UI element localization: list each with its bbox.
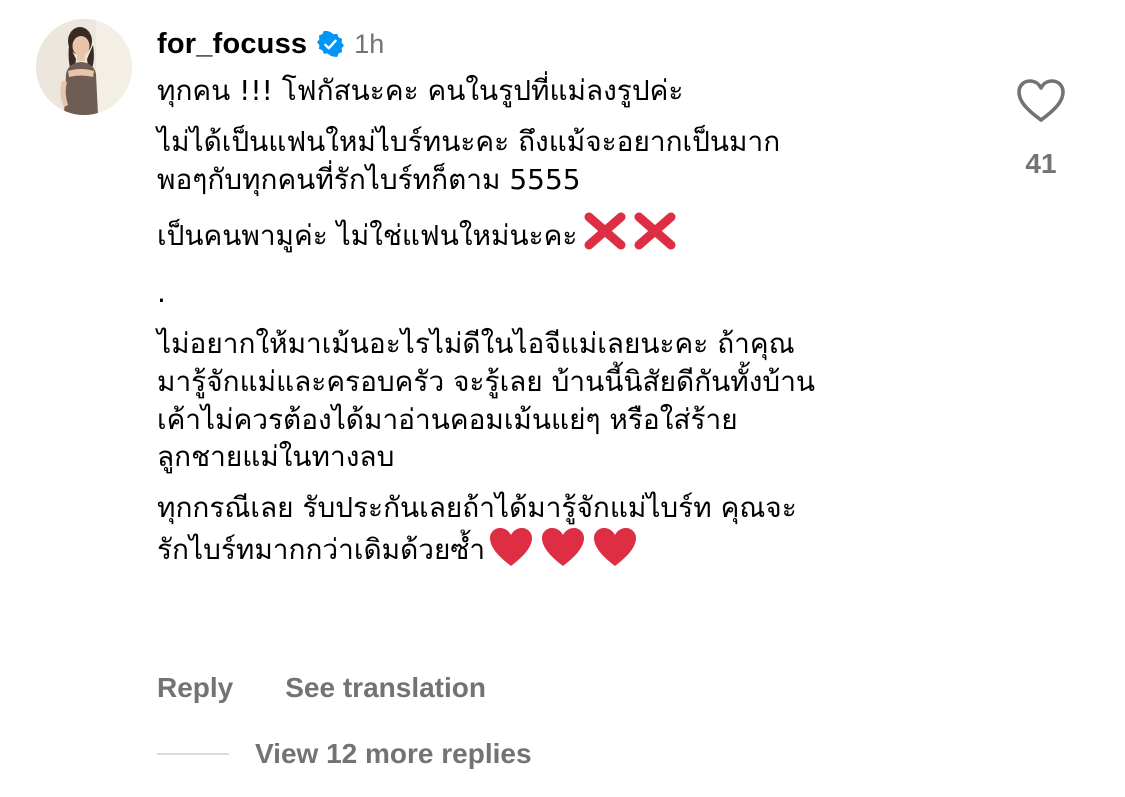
comment-content: for_focuss 1h ทุกคน !!! โฟกัสนะคะ คนในรู… bbox=[157, 24, 987, 579]
comment-line: ทุกกรณีเลย รับประกันเลยถ้าได้มารู้จักแม่… bbox=[157, 491, 797, 525]
comment-line: เค้าไม่ควรต้องได้มาอ่านคอมเม้นแย่ๆ หรือใ… bbox=[157, 402, 738, 436]
verified-badge-icon bbox=[317, 30, 345, 58]
comment-line: ไม่ได้เป็นแฟนใหม่ไบร์ทนะคะ ถึงแม้จะอยากเ… bbox=[157, 124, 781, 158]
reply-button[interactable]: Reply bbox=[157, 672, 233, 704]
avatar-photo bbox=[36, 19, 132, 115]
comment-line: . bbox=[157, 276, 166, 310]
username[interactable]: for_focuss bbox=[157, 28, 307, 61]
comment-paragraph: ทุกกรณีเลย รับประกันเลยถ้าได้มารู้จักแม่… bbox=[157, 489, 987, 579]
comment-line: มารู้จักแม่และครอบครัว จะรู้เลย บ้านนี้น… bbox=[157, 364, 816, 398]
comment-line: ทุกคน !!! โฟกัสนะคะ คนในรูปที่แม่ลงรูปค่… bbox=[157, 74, 684, 107]
comment-meta: for_focuss 1h bbox=[157, 24, 987, 64]
comment-line-text: เป็นคนพามูค่ะ ไม่ใช่แฟนใหม่นะคะ bbox=[157, 219, 578, 253]
red-heart-emoji bbox=[489, 527, 637, 579]
view-replies-button[interactable]: View 12 more replies bbox=[157, 738, 532, 770]
comment-line: พอๆกับทุกคนที่รักไบร์ทก็ตาม 5555 bbox=[157, 162, 581, 196]
cross-mark-emoji bbox=[583, 211, 679, 261]
comment-line: ไม่อยากให้มาเม้นอะไรไม่ดีในไอจีแม่เลยนะค… bbox=[157, 326, 795, 360]
like-count[interactable]: 41 bbox=[1000, 148, 1082, 180]
comment-line-text: รักไบร์ทมากกว่าเดิมด้วยซ้ำ bbox=[157, 532, 486, 566]
like-button[interactable] bbox=[1010, 78, 1072, 129]
view-replies-label: View 12 more replies bbox=[255, 738, 532, 769]
comment-paragraph: ทุกคน !!! โฟกัสนะคะ คนในรูปที่แม่ลงรูปค่… bbox=[157, 72, 987, 110]
comment-line: ลูกชายแม่ในทางลบ bbox=[157, 440, 395, 474]
comment-timestamp[interactable]: 1h bbox=[354, 29, 384, 60]
comment-text: ทุกคน !!! โฟกัสนะคะ คนในรูปที่แม่ลงรูปค่… bbox=[157, 72, 987, 579]
comment-line-with-emoji: เป็นคนพามูค่ะ ไม่ใช่แฟนใหม่นะคะ bbox=[157, 211, 987, 261]
comment-actions: Reply See translation bbox=[157, 672, 486, 704]
comment-paragraph: ไม่อยากให้มาเม้นอะไรไม่ดีในไอจีแม่เลยนะค… bbox=[157, 325, 987, 476]
comment-line-with-emoji: รักไบร์ทมากกว่าเดิมด้วยซ้ำ bbox=[157, 527, 987, 579]
comment-item: for_focuss 1h ทุกคน !!! โฟกัสนะคะ คนในรู… bbox=[0, 0, 1125, 797]
comment-paragraph: ไม่ได้เป็นแฟนใหม่ไบร์ทนะคะ ถึงแม้จะอยากเ… bbox=[157, 123, 987, 199]
avatar[interactable] bbox=[36, 19, 132, 115]
comment-paragraph: . bbox=[157, 274, 987, 312]
heart-outline-icon bbox=[1016, 79, 1066, 128]
see-translation-button[interactable]: See translation bbox=[285, 672, 486, 704]
replies-divider bbox=[157, 753, 229, 755]
comment-paragraph: เป็นคนพามูค่ะ ไม่ใช่แฟนใหม่นะคะ bbox=[157, 211, 987, 261]
